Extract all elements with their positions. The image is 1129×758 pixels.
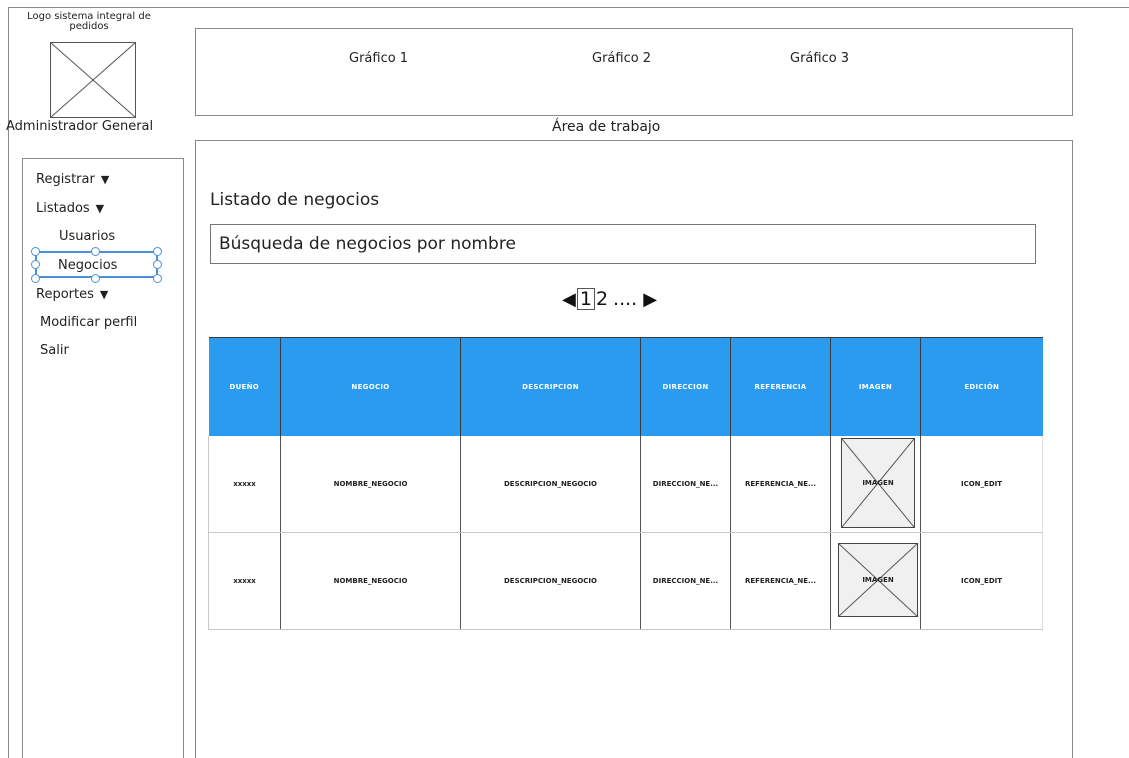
- workarea-label: Área de trabajo: [552, 119, 661, 135]
- pagination-ellipsis: ....: [613, 288, 638, 310]
- resize-handle[interactable]: [91, 247, 100, 256]
- cell-descripcion: DESCRIPCION_NEGOCIO: [460, 532, 641, 630]
- column-header-edicion[interactable]: EDICIÓN: [920, 337, 1043, 436]
- prev-page-icon[interactable]: ◀: [562, 289, 576, 310]
- resize-handle[interactable]: [31, 247, 40, 256]
- cell-negocio: NOMBRE_NEGOCIO: [280, 436, 461, 533]
- resize-handle[interactable]: [31, 260, 40, 269]
- cell-dueno: xxxxx: [208, 532, 281, 630]
- sidebar-item-listados[interactable]: Listados ▼: [36, 201, 104, 216]
- logo-caption: Logo sistema integral de pedidos: [27, 11, 151, 32]
- pagination: ◀ 1 2 .... ▶: [562, 288, 657, 310]
- search-input[interactable]: [210, 224, 1036, 264]
- table-row[interactable]: xxxxx NOMBRE_NEGOCIO DESCRIPCION_NEGOCIO…: [208, 532, 1043, 630]
- image-placeholder[interactable]: IMAGEN: [841, 438, 915, 528]
- resize-handle[interactable]: [91, 274, 100, 283]
- sidebar-item-modificar-perfil[interactable]: Modificar perfil: [40, 315, 137, 330]
- chart-1-label[interactable]: Gráfico 1: [349, 51, 408, 66]
- frame-top-line: [8, 7, 1129, 8]
- cell-dueno: xxxxx: [208, 436, 281, 533]
- cell-referencia: REFERENCIA_NE...: [730, 532, 831, 630]
- column-header-imagen[interactable]: IMAGEN: [830, 337, 921, 436]
- user-role-label: Administrador General: [6, 119, 154, 134]
- column-header-descripcion[interactable]: DESCRIPCION: [460, 337, 641, 436]
- sidebar-item-label: Reportes: [36, 287, 94, 302]
- resize-handle[interactable]: [153, 247, 162, 256]
- column-header-direccion[interactable]: DIRECCION: [640, 337, 731, 436]
- chart-2-label[interactable]: Gráfico 2: [592, 51, 651, 66]
- page-1-button[interactable]: 1: [576, 288, 595, 310]
- cell-negocio: NOMBRE_NEGOCIO: [280, 532, 461, 630]
- image-placeholder[interactable]: IMAGEN: [838, 543, 918, 617]
- column-header-negocio[interactable]: NEGOCIO: [280, 337, 461, 436]
- sidebar-item-negocios[interactable]: Negocios: [58, 258, 117, 273]
- table-row[interactable]: xxxxx NOMBRE_NEGOCIO DESCRIPCION_NEGOCIO…: [208, 436, 1043, 533]
- sidebar-item-label: Registrar: [36, 172, 95, 187]
- caret-down-icon: ▼: [99, 288, 109, 301]
- column-header-dueno[interactable]: DUEÑO: [208, 337, 281, 436]
- page-2-button[interactable]: 2: [596, 288, 608, 310]
- image-placeholder-label: IMAGEN: [862, 479, 894, 487]
- sidebar-item-salir[interactable]: Salir: [40, 343, 69, 358]
- resize-handle[interactable]: [153, 274, 162, 283]
- cell-imagen: IMAGEN: [830, 532, 921, 630]
- sidebar-item-usuarios[interactable]: Usuarios: [59, 229, 115, 244]
- sidebar-item-label: Listados: [36, 201, 90, 216]
- sidebar-item-registrar[interactable]: Registrar ▼: [36, 172, 109, 187]
- resize-handle[interactable]: [31, 274, 40, 283]
- cell-imagen: IMAGEN: [830, 436, 921, 533]
- sidebar-item-reportes[interactable]: Reportes ▼: [36, 287, 108, 302]
- charts-panel: Gráfico 1 Gráfico 2 Gráfico 3: [195, 28, 1073, 116]
- caret-down-icon: ▼: [100, 173, 110, 186]
- cell-referencia: REFERENCIA_NE...: [730, 436, 831, 533]
- cell-descripcion: DESCRIPCION_NEGOCIO: [460, 436, 641, 533]
- resize-handle[interactable]: [153, 260, 162, 269]
- edit-icon[interactable]: ICON_EDIT: [920, 436, 1043, 533]
- next-page-icon[interactable]: ▶: [643, 289, 657, 310]
- cell-direccion: DIRECCION_NE...: [640, 532, 731, 630]
- edit-icon[interactable]: ICON_EDIT: [920, 532, 1043, 630]
- column-header-referencia[interactable]: REFERENCIA: [730, 337, 831, 436]
- business-table: DUEÑO NEGOCIO DESCRIPCION DIRECCION REFE…: [208, 337, 1043, 630]
- page-title: Listado de negocios: [210, 190, 380, 210]
- cell-direccion: DIRECCION_NE...: [640, 436, 731, 533]
- chart-3-label[interactable]: Gráfico 3: [790, 51, 849, 66]
- caret-down-icon: ▼: [95, 202, 105, 215]
- table-header-row: DUEÑO NEGOCIO DESCRIPCION DIRECCION REFE…: [208, 337, 1043, 436]
- image-placeholder-label: IMAGEN: [862, 576, 894, 584]
- logo-image-placeholder: [50, 42, 136, 118]
